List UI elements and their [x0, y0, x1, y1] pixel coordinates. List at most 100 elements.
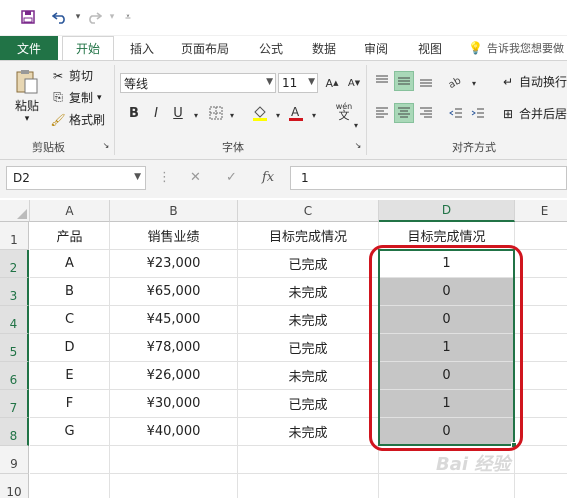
cell-a9[interactable] [30, 446, 110, 474]
align-center-icon[interactable] [394, 103, 414, 123]
align-right-icon[interactable] [416, 103, 436, 123]
cell-e8[interactable] [515, 418, 567, 446]
cell-d8[interactable]: 0 [379, 418, 515, 446]
merge-center-button[interactable]: ⊞ 合并后居 [500, 105, 567, 122]
cell-d10[interactable] [379, 474, 515, 498]
cell-b1[interactable]: 销售业绩 [110, 222, 238, 250]
tab-home[interactable]: 开始 [62, 36, 114, 60]
column-header-a[interactable]: A [30, 200, 110, 222]
underline-button[interactable]: U [168, 103, 188, 123]
underline-dropdown-icon[interactable]: ▾ [186, 105, 206, 125]
row-header-2[interactable]: 2 [0, 250, 29, 278]
cell-c6[interactable]: 未完成 [238, 362, 379, 390]
cell-c3[interactable]: 未完成 [238, 278, 379, 306]
align-middle-icon[interactable] [394, 71, 414, 91]
cell-a5[interactable]: D [30, 334, 110, 362]
shrink-font-icon[interactable]: A ▼ [344, 73, 364, 93]
wrap-text-button[interactable]: ↵ 自动换行 [500, 73, 567, 90]
cell-b4[interactable]: ¥45,000 [110, 306, 238, 334]
cell-a3[interactable]: B [30, 278, 110, 306]
align-bottom-icon[interactable] [416, 71, 436, 91]
cell-e9[interactable] [515, 446, 567, 474]
paste-button[interactable]: 粘贴 ▾ [8, 67, 46, 124]
tab-formulas[interactable]: 公式 [246, 36, 296, 60]
cell-d5[interactable]: 1 [379, 334, 515, 362]
name-box[interactable]: D2 ▼ [6, 166, 146, 190]
cell-a8[interactable]: G [30, 418, 110, 446]
row-header-6[interactable]: 6 [0, 362, 29, 390]
cell-a7[interactable]: F [30, 390, 110, 418]
tab-page-layout[interactable]: 页面布局 [170, 36, 240, 60]
row-header-3[interactable]: 3 [0, 278, 29, 306]
copy-button[interactable]: ⎘ 复制 ▾ [50, 89, 101, 106]
cell-a10[interactable] [30, 474, 110, 498]
customize-qat-icon[interactable]: ⩡ [118, 7, 138, 27]
insert-function-icon[interactable]: fx [262, 170, 274, 185]
cell-e7[interactable] [515, 390, 567, 418]
cell-c10[interactable] [238, 474, 379, 498]
cell-c9[interactable] [238, 446, 379, 474]
cell-b2[interactable]: ¥23,000 [110, 250, 238, 278]
cell-e1[interactable] [515, 222, 567, 250]
italic-button[interactable]: I [146, 103, 166, 123]
format-painter-button[interactable]: 🖌 格式刷 [50, 111, 105, 128]
cell-c8[interactable]: 未完成 [238, 418, 379, 446]
save-icon[interactable] [18, 7, 38, 27]
tab-data[interactable]: 数据 [302, 36, 346, 60]
align-top-icon[interactable] [372, 71, 392, 91]
row-header-4[interactable]: 4 [0, 306, 29, 334]
bold-button[interactable]: B [124, 103, 144, 123]
cell-a6[interactable]: E [30, 362, 110, 390]
select-all-corner[interactable] [0, 200, 30, 222]
fill-handle[interactable] [511, 442, 517, 448]
cell-e4[interactable] [515, 306, 567, 334]
font-name-select[interactable]: 等线 ▼ [120, 73, 276, 93]
cell-c4[interactable]: 未完成 [238, 306, 379, 334]
tell-me-box[interactable]: 💡 告诉我您想要做 [468, 36, 567, 60]
font-size-select[interactable]: 11 ▼ [278, 73, 318, 93]
cell-d7[interactable]: 1 [379, 390, 515, 418]
tab-view[interactable]: 视图 [406, 36, 454, 60]
grow-font-icon[interactable]: A ▲ [322, 73, 342, 93]
cell-c2[interactable]: 已完成 [238, 250, 379, 278]
increase-indent-icon[interactable] [468, 103, 488, 123]
cell-e5[interactable] [515, 334, 567, 362]
font-color-dropdown-icon[interactable]: ▾ [304, 105, 324, 125]
enter-icon[interactable]: ✓ [226, 170, 237, 185]
cell-c1[interactable]: 目标完成情况 [238, 222, 379, 250]
cell-a1[interactable]: 产品 [30, 222, 110, 250]
cell-e3[interactable] [515, 278, 567, 306]
fill-color-dropdown-icon[interactable]: ▾ [268, 105, 288, 125]
cut-button[interactable]: ✂ 剪切 [50, 67, 93, 84]
cell-d4[interactable]: 0 [379, 306, 515, 334]
cell-b8[interactable]: ¥40,000 [110, 418, 238, 446]
cell-c7[interactable]: 已完成 [238, 390, 379, 418]
tab-insert[interactable]: 插入 [120, 36, 164, 60]
row-header-8[interactable]: 8 [0, 418, 29, 446]
orientation-icon[interactable]: ab [446, 71, 466, 91]
align-left-icon[interactable] [372, 103, 392, 123]
cell-b7[interactable]: ¥30,000 [110, 390, 238, 418]
cell-b3[interactable]: ¥65,000 [110, 278, 238, 306]
cell-a4[interactable]: C [30, 306, 110, 334]
cell-d6[interactable]: 0 [379, 362, 515, 390]
tab-file[interactable]: 文件 [0, 36, 58, 60]
column-header-b[interactable]: B [110, 200, 238, 222]
column-header-e[interactable]: E [515, 200, 567, 222]
cell-d1[interactable]: 目标完成情况 [379, 222, 515, 250]
clipboard-launcher-icon[interactable]: ↘ [100, 139, 112, 151]
phonetic-dropdown-icon[interactable]: ▾ [346, 115, 366, 135]
row-header-10[interactable]: 10 [0, 474, 29, 498]
orientation-dropdown-icon[interactable]: ▾ [464, 73, 484, 93]
borders-dropdown-icon[interactable]: ▾ [222, 105, 242, 125]
decrease-indent-icon[interactable] [446, 103, 466, 123]
cancel-icon[interactable]: ✕ [190, 170, 201, 185]
font-color-icon[interactable]: A [286, 103, 306, 123]
formula-input[interactable]: 1 [290, 166, 567, 190]
row-header-7[interactable]: 7 [0, 390, 29, 418]
cell-b6[interactable]: ¥26,000 [110, 362, 238, 390]
cell-b10[interactable] [110, 474, 238, 498]
cell-c5[interactable]: 已完成 [238, 334, 379, 362]
cell-e6[interactable] [515, 362, 567, 390]
cell-d3[interactable]: 0 [379, 278, 515, 306]
